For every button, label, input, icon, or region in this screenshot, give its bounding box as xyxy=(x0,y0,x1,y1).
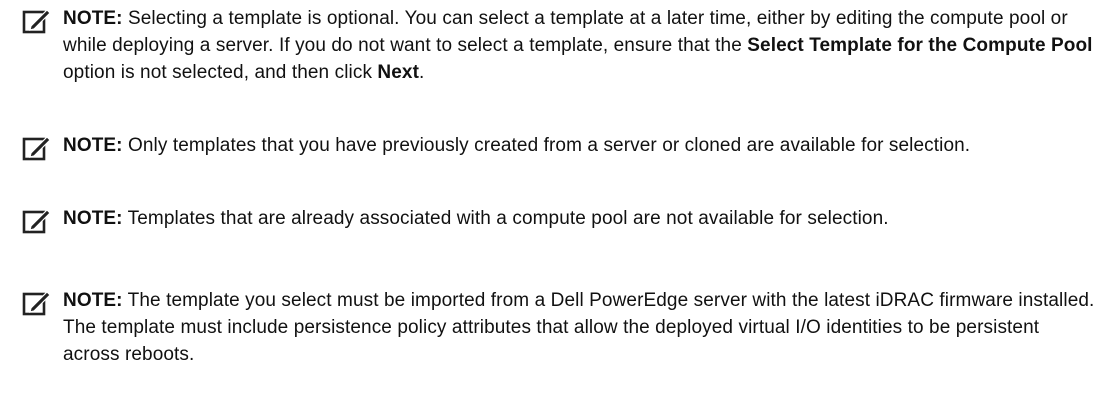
note-label: NOTE: xyxy=(63,135,123,156)
note-label: NOTE: xyxy=(63,208,123,229)
note-text: NOTE: Selecting a template is optional. … xyxy=(63,5,1097,86)
note-body: The template you select must be imported… xyxy=(63,290,1095,365)
note-text: NOTE: The template you select must be im… xyxy=(63,287,1097,368)
note-text: NOTE: Templates that are already associa… xyxy=(63,205,1097,232)
note-pencil-icon xyxy=(22,209,51,234)
note-pencil-icon xyxy=(22,136,51,161)
note-body: option is not selected, and then click xyxy=(63,62,378,83)
note-body: Templates that are already associated wi… xyxy=(122,208,889,229)
notes-section: NOTE: Selecting a template is optional. … xyxy=(0,0,1107,402)
note-label: NOTE: xyxy=(63,290,123,311)
note-pencil-icon xyxy=(22,9,51,34)
next-button-reference: Next xyxy=(377,62,420,83)
note-pencil-icon xyxy=(22,291,51,316)
note-body: . xyxy=(419,62,425,83)
note-text: NOTE: Only templates that you have previ… xyxy=(63,132,1097,159)
note-body: Only templates that you have previously … xyxy=(122,135,971,156)
note-label: NOTE: xyxy=(63,8,123,29)
option-name: Select Template for the Compute Pool xyxy=(747,35,1093,56)
